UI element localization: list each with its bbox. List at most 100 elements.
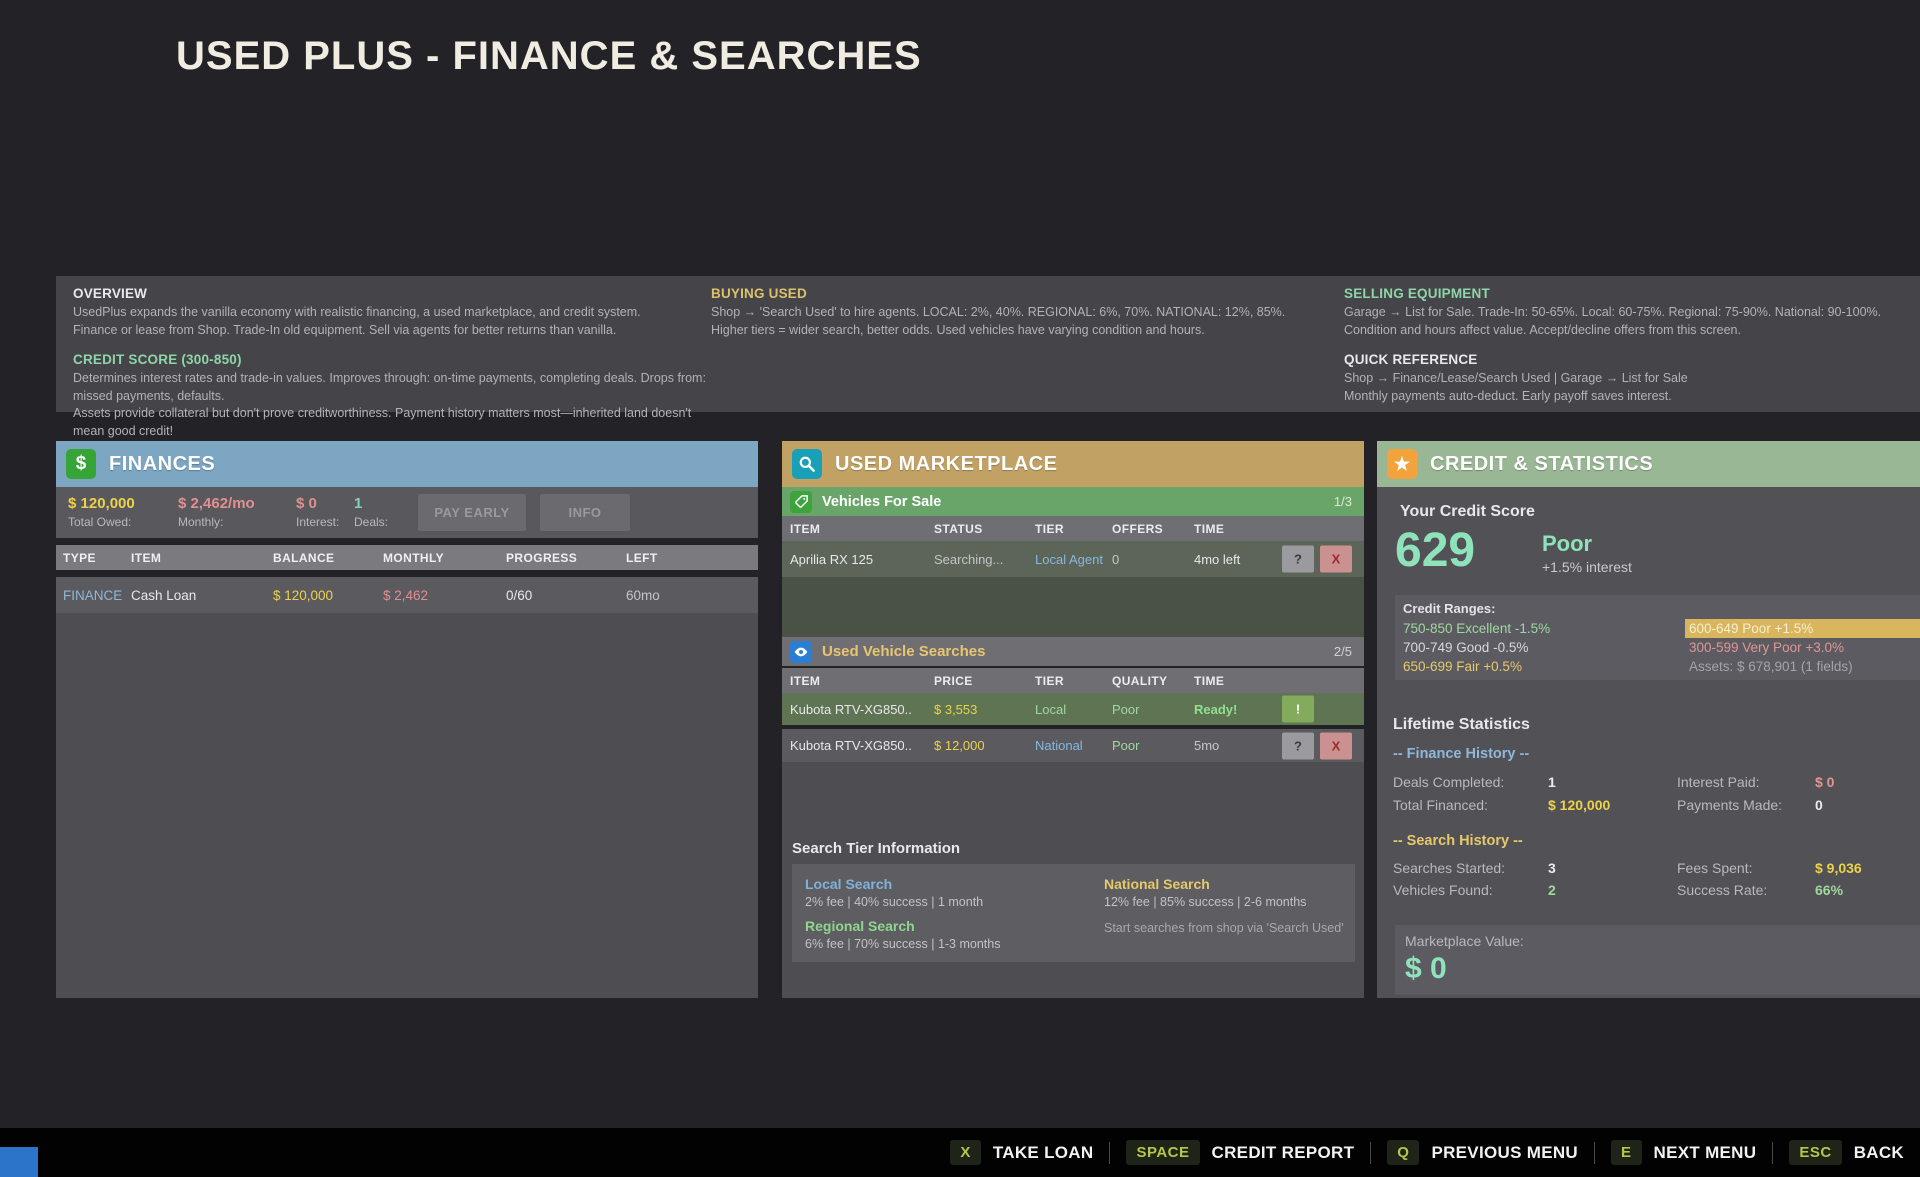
buying-used-block: BUYING USED Shop → 'Search Used' to hire… (711, 286, 1336, 339)
search-history-heading: -- Search History -- (1393, 833, 1523, 849)
dollar-icon: $ (66, 449, 96, 479)
monthly-stat: $ 2,462/mo Monthly: (178, 495, 255, 529)
search-tier: National (1035, 738, 1112, 753)
search-price: $ 3,553 (934, 702, 1035, 717)
back-keybind[interactable]: ESC BACK (1789, 1140, 1904, 1165)
tag-icon (790, 491, 812, 513)
loan-progress: 0/60 (506, 588, 626, 603)
sale-tier: Local Agent (1035, 552, 1112, 567)
key-x: X (950, 1140, 981, 1165)
search-item: Kubota RTV-XG850.. (790, 702, 934, 717)
star-icon: ★ (1387, 449, 1417, 479)
search-item: Kubota RTV-XG850.. (790, 738, 934, 753)
search-cancel-button[interactable]: X (1320, 732, 1352, 759)
credit-report-keybind[interactable]: SPACE CREDIT REPORT (1126, 1140, 1354, 1165)
overview-line: Finance or lease from Shop. Trade-In old… (73, 322, 713, 340)
sale-status: Searching... (934, 552, 1035, 567)
marketplace-header: USED MARKETPLACE (782, 441, 1364, 487)
keybar-divider (1370, 1142, 1371, 1164)
used-vehicle-searches-bar: Used Vehicle Searches 2/5 (782, 637, 1364, 666)
overview-heading: OVERVIEW (73, 286, 713, 301)
selling-equipment-block: SELLING EQUIPMENT Garage → List for Sale… (1344, 286, 1920, 339)
credit-rating: Poor (1542, 531, 1592, 557)
searches-started-label: Searches Started: (1393, 860, 1505, 876)
search-quality: Poor (1112, 702, 1194, 717)
interest-paid-value: $ 0 (1815, 774, 1834, 790)
search-result-row[interactable]: Kubota RTV-XG850.. $ 3,553 Local Poor Re… (782, 693, 1364, 725)
help-column-middle: BUYING USED Shop → 'Search Used' to hire… (711, 286, 1336, 352)
help-column-right: SELLING EQUIPMENT Garage → List for Sale… (1344, 286, 1920, 418)
local-search-detail: 2% fee | 40% success | 1 month (805, 895, 1000, 909)
finances-title: FINANCES (109, 453, 215, 476)
success-rate-value: 66% (1815, 882, 1843, 898)
keybar-divider (1594, 1142, 1595, 1164)
buying-used-line: Shop → 'Search Used' to hire agents. LOC… (711, 304, 1336, 322)
keybar-divider (1772, 1142, 1773, 1164)
finance-history-heading: -- Finance History -- (1393, 746, 1529, 762)
search-quality: Poor (1112, 738, 1194, 753)
finances-panel: $ FINANCES $ 120,000 Total Owed: $ 2,462… (56, 441, 758, 998)
key-esc: ESC (1789, 1140, 1841, 1165)
search-result-row[interactable]: Kubota RTV-XG850.. $ 12,000 National Poo… (782, 729, 1364, 762)
vehicles-for-sale-bar: Vehicles For Sale 1/3 (782, 487, 1364, 516)
quick-reference-block: QUICK REFERENCE Shop → Finance/Lease/Sea… (1344, 352, 1920, 405)
sale-cancel-button[interactable]: X (1320, 546, 1352, 573)
credit-ranges-box: Credit Ranges: 750-850 Excellent -1.5% 7… (1395, 595, 1920, 680)
credit-statistics-panel: ★ CREDIT & STATISTICS Your Credit Score … (1377, 441, 1920, 998)
finance-loan-row[interactable]: FINANCE Cash Loan $ 120,000 $ 2,462 0/60… (56, 577, 758, 613)
loan-left: 60mo (626, 588, 758, 603)
regional-search-detail: 6% fee | 70% success | 1-3 months (805, 937, 1000, 951)
credit-score-label: Your Credit Score (1400, 503, 1535, 521)
vehicles-table-header: ITEM STATUS TIER OFFERS TIME (782, 516, 1364, 541)
searches-started-value: 3 (1548, 860, 1556, 876)
sale-info-button[interactable]: ? (1282, 546, 1314, 573)
search-start-note: Start searches from shop via 'Search Use… (1104, 921, 1344, 935)
credit-interest: +1.5% interest (1542, 559, 1632, 575)
key-space: SPACE (1126, 1140, 1199, 1165)
deals-completed-value: 1 (1548, 774, 1556, 790)
tier-info-heading: Search Tier Information (792, 840, 960, 857)
search-ready-button[interactable]: ! (1282, 696, 1314, 723)
search-price: $ 12,000 (934, 738, 1035, 753)
sale-item: Aprilia RX 125 (790, 552, 934, 567)
fees-spent-label: Fees Spent: (1677, 860, 1753, 876)
marketplace-body: Search Tier Information Local Search 2% … (782, 762, 1364, 998)
take-loan-keybind[interactable]: X TAKE LOAN (950, 1140, 1093, 1165)
searches-title: Used Vehicle Searches (822, 643, 985, 660)
range-very-poor: 300-599 Very Poor +3.0% (1685, 638, 1920, 657)
selling-equipment-heading: SELLING EQUIPMENT (1344, 286, 1920, 301)
deals-stat: 1 Deals: (354, 495, 388, 529)
regional-search-name: Regional Search (805, 918, 1000, 934)
credit-score-block: CREDIT SCORE (300-850) Determines intere… (73, 352, 713, 440)
loan-balance: $ 120,000 (273, 588, 383, 603)
search-info-button[interactable]: ? (1282, 732, 1314, 759)
keybind-bar: X TAKE LOAN SPACE CREDIT REPORT Q PREVIO… (0, 1128, 1920, 1177)
credit-header: ★ CREDIT & STATISTICS (1377, 441, 1920, 487)
vehicles-for-sale-count: 1/3 (1334, 494, 1352, 509)
quick-reference-heading: QUICK REFERENCE (1344, 352, 1920, 367)
previous-menu-keybind[interactable]: Q PREVIOUS MENU (1387, 1140, 1578, 1165)
quick-reference-line: Shop → Finance/Lease/Search Used | Garag… (1344, 370, 1920, 388)
total-financed-value: $ 120,000 (1548, 797, 1610, 813)
finances-table-header: TYPE ITEM BALANCE MONTHLY PROGRESS LEFT (56, 545, 758, 570)
credit-score-line: Assets provide collateral but don't prov… (73, 405, 713, 440)
pay-early-button[interactable]: PAY EARLY (418, 494, 526, 531)
keybar-divider (1109, 1142, 1110, 1164)
vehicles-empty-area (782, 577, 1364, 637)
overview-block: OVERVIEW UsedPlus expands the vanilla ec… (73, 286, 713, 339)
sale-offers: 0 (1112, 552, 1194, 567)
credit-score-line: Determines interest rates and trade-in v… (73, 370, 713, 405)
corner-marker (0, 1147, 38, 1177)
searches-count: 2/5 (1334, 644, 1352, 659)
info-button[interactable]: INFO (540, 494, 630, 531)
next-menu-keybind[interactable]: E NEXT MENU (1611, 1140, 1756, 1165)
loan-type: FINANCE (63, 588, 131, 603)
vehicle-sale-row[interactable]: Aprilia RX 125 Searching... Local Agent … (782, 541, 1364, 577)
interest-stat: $ 0 Interest: (296, 495, 339, 529)
lifetime-statistics-heading: Lifetime Statistics (1393, 716, 1530, 734)
credit-body: Your Credit Score 629 Poor +1.5% interes… (1377, 487, 1920, 998)
total-financed-label: Total Financed: (1393, 797, 1488, 813)
key-q: Q (1387, 1140, 1419, 1165)
fees-spent-value: $ 9,036 (1815, 860, 1862, 876)
finances-stats-bar: $ 120,000 Total Owed: $ 2,462/mo Monthly… (56, 487, 758, 538)
